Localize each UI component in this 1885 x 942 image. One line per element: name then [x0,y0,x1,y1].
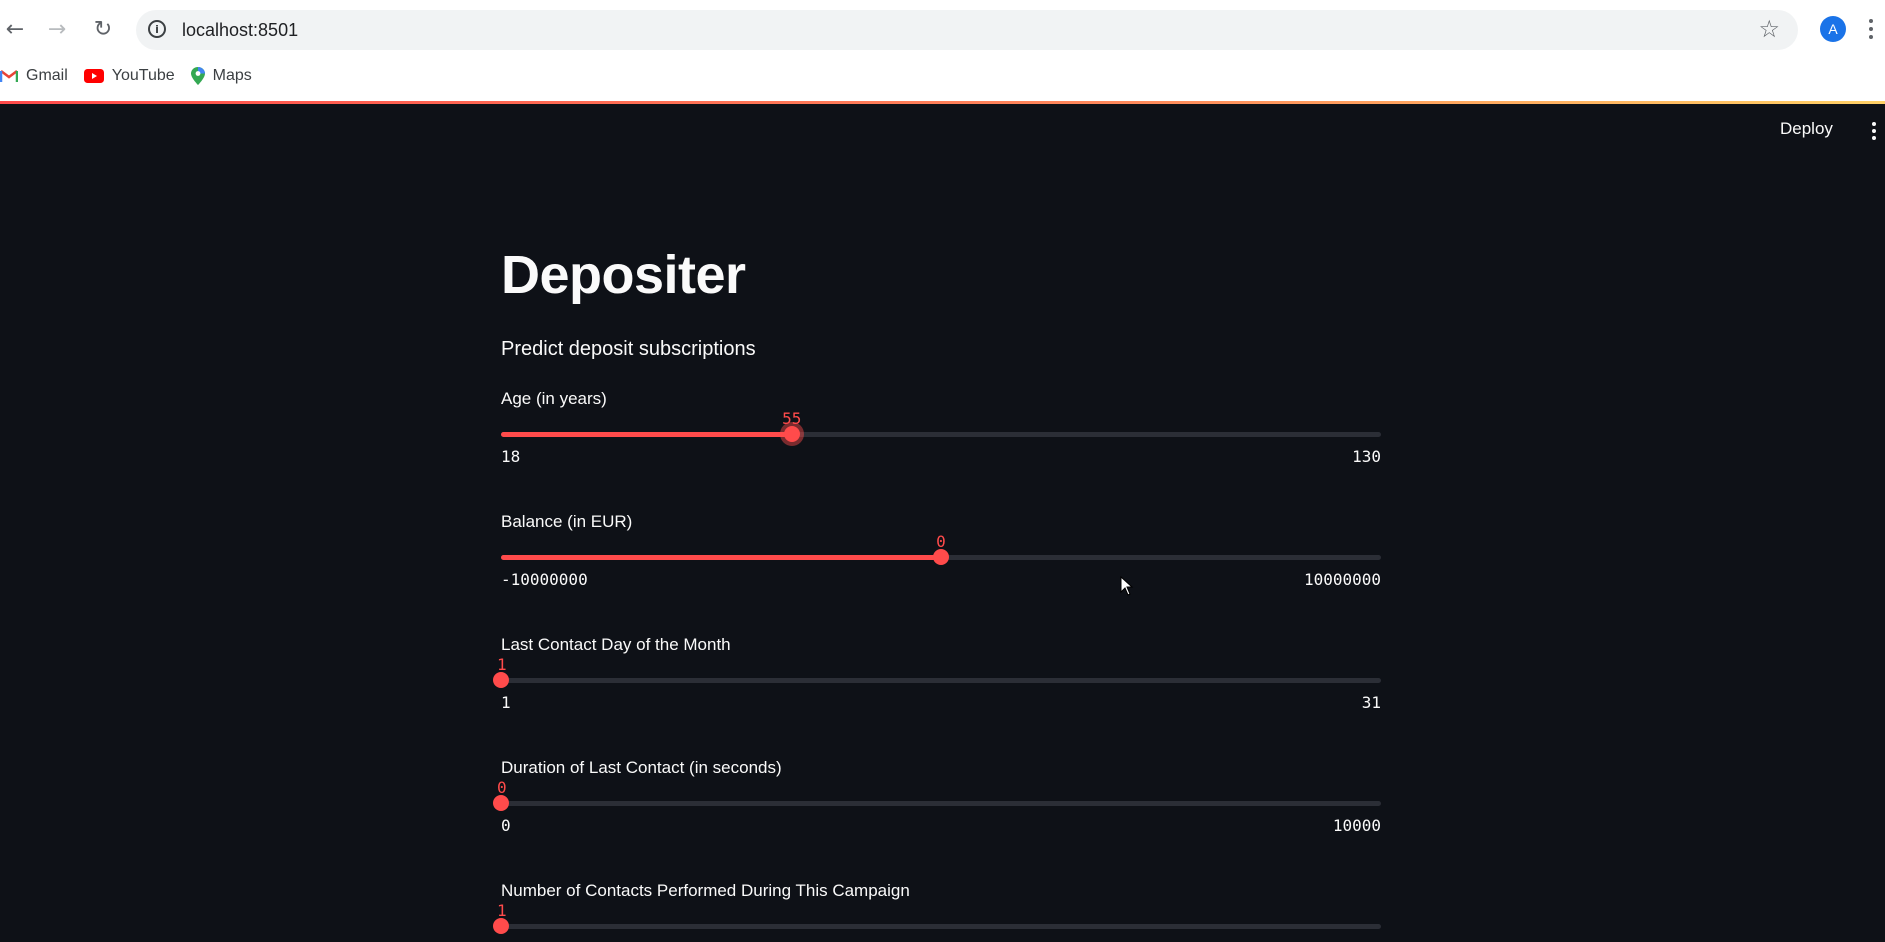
reload-icon[interactable]: ↻ [88,14,118,44]
bookmark-gmail[interactable]: Gmail [0,67,68,85]
profile-avatar[interactable]: A [1820,16,1846,42]
slider-last-contact-day: Last Contact Day of the Month 1 1 31 [493,635,1381,735]
deploy-button[interactable]: Deploy [1780,119,1833,139]
slider-max: 31 [1361,693,1381,712]
slider-max: 10000 [1332,816,1381,835]
slider-duration: Duration of Last Contact (in seconds) 0 … [493,758,1381,858]
slider-min: 1 [501,693,511,712]
slider-min: -10000000 [501,570,588,589]
bookmark-label: Maps [212,67,252,84]
slider-fill [501,555,941,560]
slider-thumb[interactable] [493,918,509,934]
page-title: Depositer [501,245,746,305]
slider-fill [501,432,792,437]
slider-thumb[interactable] [493,672,509,688]
gmail-icon [0,69,18,83]
address-bar[interactable]: i localhost:8501 ☆ [136,10,1798,50]
bookmark-maps[interactable]: Maps [190,67,252,85]
streamlit-app: Deploy Depositer Predict deposit subscri… [0,104,1885,942]
slider-track[interactable]: 1 [493,655,1381,688]
slider-thumb[interactable] [933,549,949,565]
slider-label: Balance (in EUR) [501,512,633,531]
slider-label: Last Contact Day of the Month [501,635,731,654]
back-arrow-icon[interactable]: ← [0,14,30,44]
bookmark-label: Gmail [26,67,68,84]
youtube-icon [83,69,104,83]
maps-icon [190,67,205,85]
slider-max: 130 [1352,447,1381,466]
bookmark-youtube[interactable]: YouTube [83,67,175,85]
forward-arrow-icon[interactable]: → [42,14,72,44]
slider-age: Age (in years) 55 18 130 [501,389,1381,489]
bookmark-label: YouTube [111,67,175,84]
slider-track[interactable]: 0 [501,532,1381,565]
slider-thumb[interactable] [493,795,509,811]
slider-max: 10000000 [1303,570,1381,589]
bookmarks-bar: Gmail YouTube Maps [0,62,268,90]
slider-contacts-campaign: Number of Contacts Performed During This… [493,881,1381,942]
site-info-icon[interactable]: i [148,20,166,38]
slider-min: 18 [501,447,521,466]
slider-label: Duration of Last Contact (in seconds) [501,758,782,777]
slider-min: 0 [501,816,511,835]
slider-track[interactable]: 1 [493,901,1381,934]
slider-track[interactable]: 55 [501,409,1381,442]
slider-balance: Balance (in EUR) 0 -10000000 10000000 [501,512,1381,612]
address-url[interactable]: localhost:8501 [182,20,298,41]
slider-label: Age (in years) [501,389,607,408]
slider-track[interactable]: 0 [493,778,1381,811]
bookmark-star-icon[interactable]: ☆ [1758,15,1780,43]
slider-thumb[interactable] [783,426,800,442]
page-subtitle: Predict deposit subscriptions [501,338,756,360]
browser-chrome: ← → ↻ i localhost:8501 ☆ A Gmail YouTube… [0,0,1885,104]
main-menu-icon[interactable] [1872,122,1876,140]
slider-label: Number of Contacts Performed During This… [501,881,910,900]
mouse-cursor-icon [1120,576,1134,596]
browser-menu-icon[interactable] [1866,14,1876,44]
